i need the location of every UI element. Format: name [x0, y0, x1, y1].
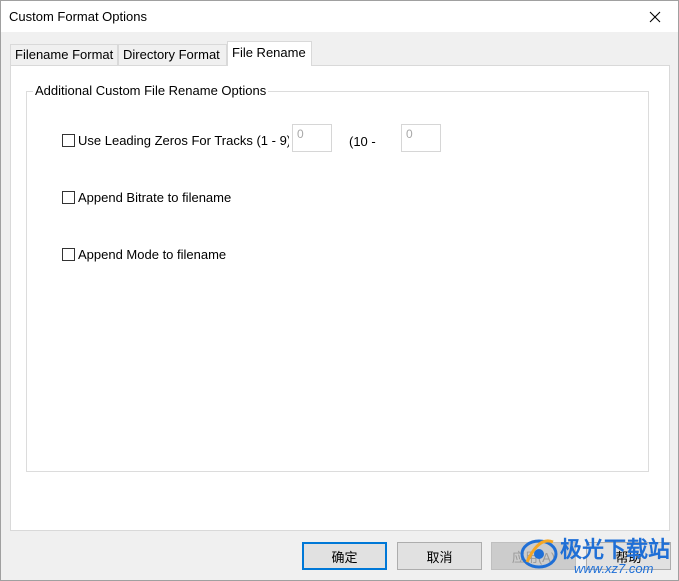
append-bitrate-checkbox[interactable]: Append Bitrate to filename	[62, 189, 231, 205]
checkbox-box	[62, 190, 75, 204]
rename-options-group: Additional Custom File Rename Options Us…	[26, 83, 649, 472]
apply-button[interactable]: 应用(A)	[491, 542, 576, 570]
ok-button[interactable]: 确定	[302, 542, 387, 570]
tab-filename-format[interactable]: Filename Format	[10, 44, 118, 65]
dialog-window: Custom Format Options Filename Format Di…	[0, 0, 679, 581]
leading-zeros-checkbox[interactable]: Use Leading Zeros For Tracks (1 - 9)	[62, 132, 289, 148]
checkbox-box	[62, 133, 75, 147]
leading-zeros-label: Use Leading Zeros For Tracks (1 - 9)	[78, 132, 289, 148]
cancel-button[interactable]: 取消	[397, 542, 482, 570]
tab-file-rename[interactable]: File Rename	[227, 41, 312, 66]
tab-directory-format[interactable]: Directory Format	[118, 44, 227, 65]
leading-zeros-10-input[interactable]: 0	[401, 124, 441, 152]
close-button[interactable]	[632, 1, 678, 32]
range-10-label: (10 -	[349, 134, 376, 149]
append-bitrate-label: Append Bitrate to filename	[78, 189, 232, 205]
title-bar: Custom Format Options	[1, 1, 678, 32]
leading-zeros-1-9-input[interactable]: 0	[292, 124, 332, 152]
close-icon	[649, 11, 661, 22]
window-title: Custom Format Options	[9, 9, 147, 24]
help-button[interactable]: 帮助	[586, 542, 671, 570]
tab-panel-file-rename: Additional Custom File Rename Options Us…	[10, 65, 670, 531]
append-mode-label: Append Mode to filename	[78, 246, 227, 262]
append-mode-checkbox[interactable]: Append Mode to filename	[62, 246, 226, 262]
checkbox-box	[62, 247, 75, 261]
group-legend: Additional Custom File Rename Options	[33, 83, 269, 98]
